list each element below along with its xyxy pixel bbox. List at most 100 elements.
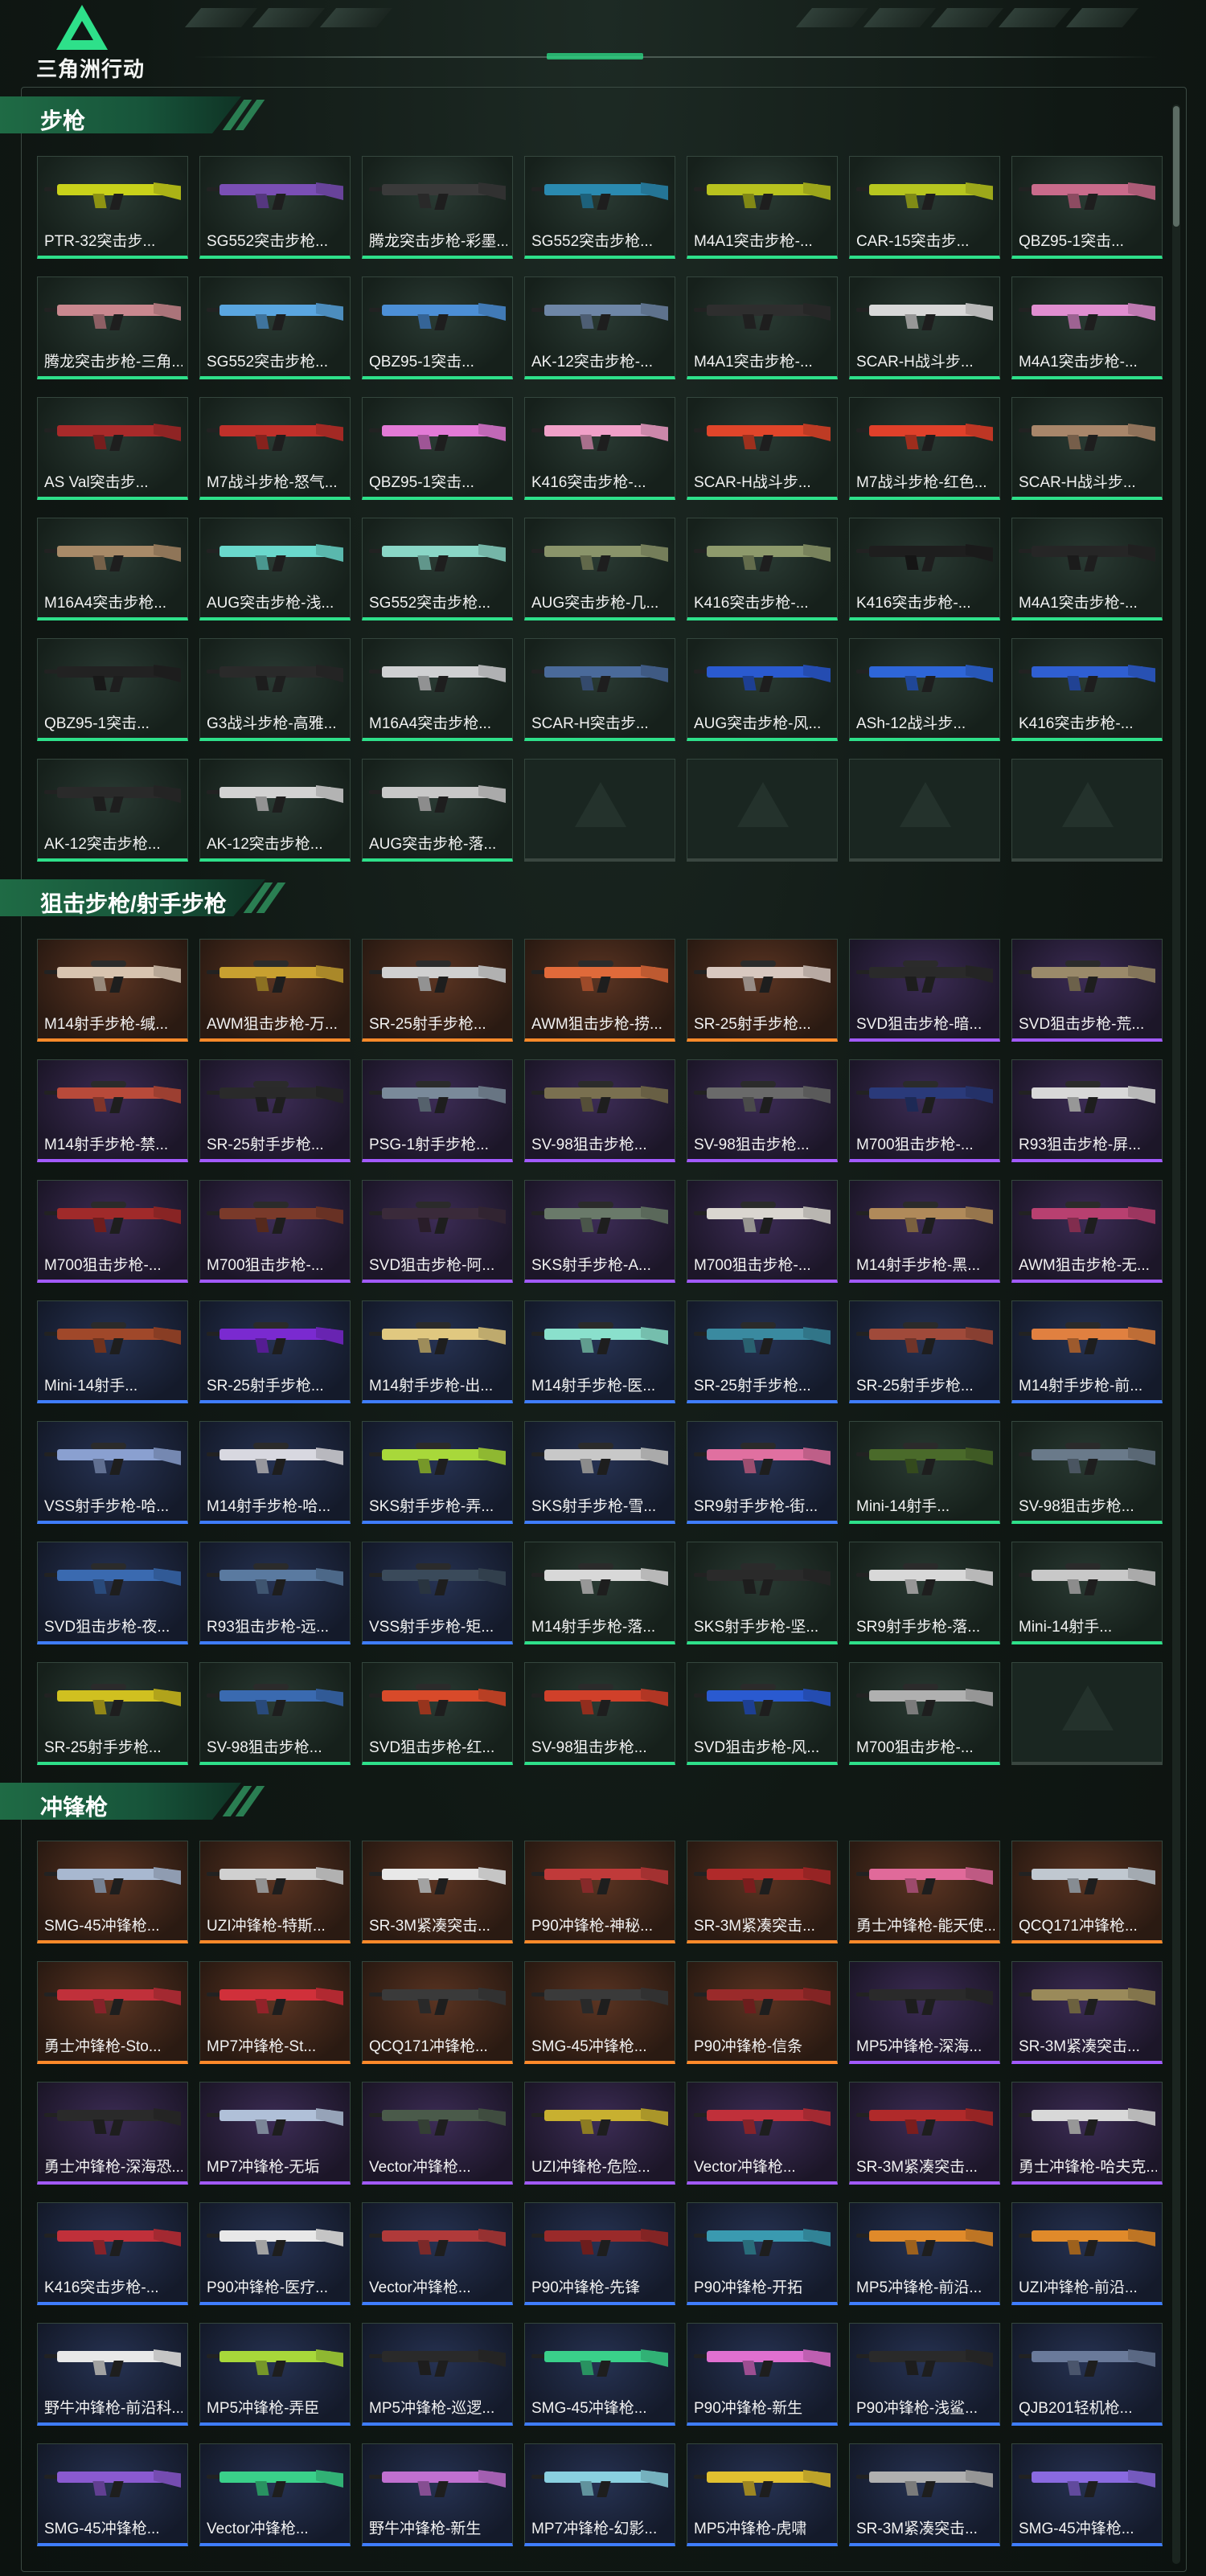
weapon-card[interactable]: M14射手步枪-哈... [199,1421,351,1524]
weapon-card[interactable]: SKS射手步枪-A... [524,1180,675,1283]
weapon-card[interactable]: K416突击步枪-... [37,2202,188,2305]
weapon-card[interactable]: M700狙击步枪-... [687,1180,838,1283]
weapon-card[interactable]: SCAR-H战斗步... [849,276,1000,379]
weapon-card[interactable]: SR-25射手步枪... [362,939,513,1042]
weapon-card[interactable]: SV-98狙击步枪... [524,1662,675,1765]
weapon-card[interactable]: M14射手步枪-出... [362,1300,513,1403]
weapon-card[interactable]: SR-3M紧凑突击... [849,2443,1000,2546]
weapon-card[interactable]: SG552突击步枪... [199,156,351,259]
weapon-card[interactable]: K416突击步枪-... [687,518,838,620]
weapon-card[interactable]: SMG-45冲锋枪... [524,1961,675,2064]
weapon-card[interactable]: QCQ171冲锋枪... [362,1961,513,2064]
weapon-card[interactable]: Vector冲锋枪... [362,2082,513,2185]
weapon-card[interactable]: SG552突击步枪... [362,518,513,620]
weapon-card[interactable]: P90冲锋枪-开拓 [687,2202,838,2305]
weapon-card[interactable]: SR-25射手步枪... [687,939,838,1042]
weapon-card[interactable]: SR-3M紧凑突击... [362,1841,513,1943]
weapon-card[interactable]: SR-25射手步枪... [849,1300,1000,1403]
weapon-card[interactable]: AWM狙击步枪-无... [1011,1180,1163,1283]
weapon-card[interactable]: AS Val突击步... [37,397,188,500]
weapon-card[interactable]: SCAR-H战斗步... [1011,397,1163,500]
weapon-card[interactable]: SV-98狙击步枪... [524,1059,675,1162]
weapon-card[interactable]: SG552突击步枪... [199,276,351,379]
weapon-card[interactable]: Mini-14射手... [1011,1542,1163,1644]
weapon-card[interactable]: 腾龙突击步枪-彩墨... [362,156,513,259]
weapon-card[interactable]: SR-25射手步枪... [687,1300,838,1403]
weapon-card[interactable]: K416突击步枪-... [849,518,1000,620]
weapon-card[interactable]: QBZ95-1突击... [362,397,513,500]
weapon-card[interactable]: SR-3M紧凑突击... [687,1841,838,1943]
weapon-card[interactable]: 勇士冲锋枪-深海恐... [37,2082,188,2185]
weapon-card[interactable]: SR-25射手步枪... [199,1300,351,1403]
weapon-card[interactable]: AWM狙击步枪-捞... [524,939,675,1042]
scrollbar-thumb[interactable] [1173,106,1179,227]
weapon-card[interactable]: SR-3M紧凑突击... [1011,1961,1163,2064]
weapon-card[interactable]: SVD狙击步枪-阿... [362,1180,513,1283]
weapon-card[interactable]: SKS射手步枪-坚... [687,1542,838,1644]
weapon-card[interactable]: SMG-45冲锋枪... [37,1841,188,1943]
weapon-card[interactable]: PTR-32突击步... [37,156,188,259]
weapon-card[interactable]: QBZ95-1突击... [362,276,513,379]
weapon-card[interactable]: UZI冲锋枪-特斯... [199,1841,351,1943]
weapon-card[interactable]: AK-12突击步枪... [199,759,351,862]
weapon-card[interactable]: 野牛冲锋枪-新生 [362,2443,513,2546]
weapon-card[interactable]: UZI冲锋枪-危险... [524,2082,675,2185]
weapon-card[interactable]: SVD狙击步枪-暗... [849,939,1000,1042]
weapon-card[interactable]: M4A1突击步枪-... [1011,276,1163,379]
weapon-card[interactable]: QBZ95-1突击... [37,638,188,741]
weapon-card[interactable]: CAR-15突击步... [849,156,1000,259]
weapon-card[interactable]: P90冲锋枪-医疗... [199,2202,351,2305]
weapon-card[interactable]: M7战斗步枪-红色... [849,397,1000,500]
weapon-card[interactable]: M14射手步枪-医... [524,1300,675,1403]
weapon-card[interactable]: P90冲锋枪-浅鲨... [849,2323,1000,2426]
weapon-card[interactable]: SV-98狙击步枪... [1011,1421,1163,1524]
weapon-card[interactable]: QCQ171冲锋枪... [1011,1841,1163,1943]
weapon-card[interactable]: UZI冲锋枪-前沿... [1011,2202,1163,2305]
weapon-card[interactable]: SVD狙击步枪-风... [687,1662,838,1765]
weapon-card[interactable]: SR-25射手步枪... [37,1662,188,1765]
weapon-card[interactable]: M700狙击步枪-... [849,1662,1000,1765]
weapon-card[interactable]: QBZ95-1突击... [1011,156,1163,259]
weapon-card[interactable]: M700狙击步枪-... [849,1059,1000,1162]
weapon-card[interactable]: M700狙击步枪-... [37,1180,188,1283]
weapon-card[interactable]: MP5冲锋枪-前沿... [849,2202,1000,2305]
weapon-card[interactable]: AWM狙击步枪-万... [199,939,351,1042]
weapon-card[interactable]: Vector冲锋枪... [687,2082,838,2185]
weapon-card[interactable]: SG552突击步枪... [524,156,675,259]
weapon-card[interactable]: M4A1突击步枪-... [687,276,838,379]
weapon-card[interactable]: AK-12突击步枪... [37,759,188,862]
weapon-card[interactable]: R93狙击步枪-远... [199,1542,351,1644]
weapon-card[interactable]: PSG-1射手步枪... [362,1059,513,1162]
weapon-card[interactable]: M4A1突击步枪-... [1011,518,1163,620]
weapon-card[interactable]: AUG突击步枪-几... [524,518,675,620]
weapon-card[interactable]: AUG突击步枪-落... [362,759,513,862]
weapon-card[interactable]: P90冲锋枪-神秘... [524,1841,675,1943]
weapon-card[interactable]: SVD狙击步枪-荒... [1011,939,1163,1042]
weapon-card[interactable]: SR-3M紧凑突击... [849,2082,1000,2185]
weapon-card[interactable]: K416突击步枪-... [524,397,675,500]
weapon-card[interactable]: M700狙击步枪-... [199,1180,351,1283]
weapon-card[interactable]: M14射手步枪-禁... [37,1059,188,1162]
scrollbar-track[interactable] [1172,104,1180,2564]
weapon-card[interactable]: M14射手步枪-黑... [849,1180,1000,1283]
weapon-card[interactable]: AUG突击步枪-风... [687,638,838,741]
weapon-card[interactable]: SMG-45冲锋枪... [1011,2443,1163,2546]
weapon-card[interactable]: Vector冲锋枪... [362,2202,513,2305]
weapon-card[interactable]: SCAR-H突击步... [524,638,675,741]
weapon-card[interactable]: SV-98狙击步枪... [199,1662,351,1765]
weapon-card[interactable]: Mini-14射手... [37,1300,188,1403]
weapon-card[interactable]: M16A4突击步枪... [362,638,513,741]
weapon-card[interactable]: SR-25射手步枪... [199,1059,351,1162]
weapon-card[interactable]: SR9射手步枪-街... [687,1421,838,1524]
weapon-card[interactable]: 勇士冲锋枪-哈夫克... [1011,2082,1163,2185]
weapon-card[interactable]: ASh-12战斗步... [849,638,1000,741]
weapon-card[interactable]: SMG-45冲锋枪... [524,2323,675,2426]
weapon-card[interactable]: MP5冲锋枪-弄臣 [199,2323,351,2426]
weapon-card[interactable]: 勇士冲锋枪-能天使... [849,1841,1000,1943]
weapon-card[interactable]: SVD狙击步枪-红... [362,1662,513,1765]
weapon-card[interactable]: SMG-45冲锋枪... [37,2443,188,2546]
weapon-card[interactable]: M7战斗步枪-怒气... [199,397,351,500]
weapon-card[interactable]: P90冲锋枪-新生 [687,2323,838,2426]
weapon-card[interactable]: SV-98狙击步枪... [687,1059,838,1162]
weapon-card[interactable]: M14射手步枪-前... [1011,1300,1163,1403]
